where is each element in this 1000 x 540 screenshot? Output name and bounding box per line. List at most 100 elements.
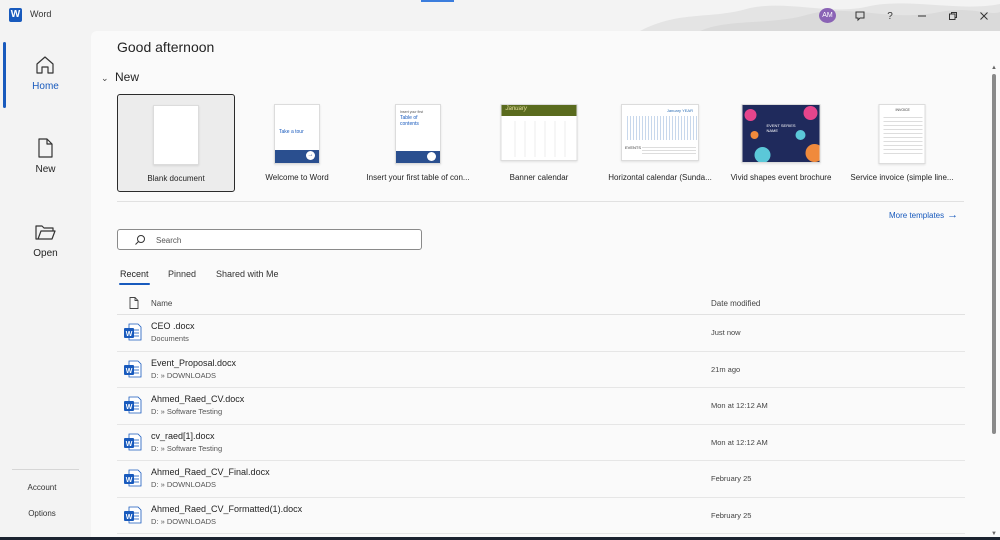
template-table-of-contents[interactable]: Insert your first Table of contents Inse… [359,94,477,192]
avatar[interactable]: AM [819,8,836,23]
template-label: Welcome to Word [265,173,329,182]
template-horizontal-calendar[interactable]: January YEAR EVENTS Horizontal calendar … [601,94,719,192]
template-thumbnail: INVOICE [878,104,926,164]
table-header: Name Date modified [117,293,965,315]
file-name: Ahmed_Raed_CV_Formatted(1).docx [151,503,303,514]
title-bar: W Word AM ? [0,0,1000,31]
file-path: D: » DOWNLOADS [151,480,217,489]
main-panel: Good afternoon ⌄ New Blank document Take … [91,31,1000,540]
template-label: Service invoice (simple line... [850,173,954,182]
template-label: Horizontal calendar (Sunda... [608,173,712,182]
template-welcome-to-word[interactable]: Take a tour → Welcome to Word [238,94,356,192]
sidebar-divider [12,469,79,470]
vertical-scrollbar[interactable]: ▲ ▼ [990,64,998,537]
app-title: Word [30,9,52,19]
scrollbar-thumb[interactable] [992,74,996,434]
template-gallery: Blank document Take a tour → Welcome to … [117,94,967,192]
search-box[interactable] [117,229,422,250]
search-icon [135,235,145,245]
column-header-date-modified[interactable]: Date modified [711,299,760,308]
table-row[interactable]: W Ahmed_Raed_CV_Formatted(1).docx D: » DOW… [117,498,965,534]
file-name: Event_Proposal.docx [151,357,237,368]
templates-divider [117,201,964,202]
scroll-up-icon[interactable]: ▲ [990,64,998,72]
file-name: Ahmed_Raed_CV_Final.docx [151,467,270,477]
sidebar-item-open[interactable]: Open [0,221,91,291]
table-row[interactable]: W Ahmed_Raed_CV.docx D: » Software Testing… [117,388,965,425]
word-app-icon: W [9,8,22,22]
template-label: Vivid shapes event brochure [730,173,832,182]
svg-text:W: W [126,331,133,338]
word-document-icon: W [124,323,142,341]
recent-files-table: Name Date modified W CEO .docx Documents Ju… [117,293,965,534]
sidebar-item-label: New [35,164,56,175]
file-path: D: » DOWNLOADS [151,370,217,380]
account-link[interactable]: Account [0,483,84,492]
word-document-icon: W [124,469,142,487]
word-document-icon: W [124,360,142,377]
more-templates-label: More templates [889,211,945,220]
tab-pinned[interactable]: Pinned [168,269,196,279]
svg-text:W: W [126,441,133,448]
table-row[interactable]: Wcv_raed[1].docx D: » Software Testing Mon… [117,425,965,461]
template-label: Banner calendar [509,173,569,182]
template-blank-document[interactable]: Blank document [117,94,235,192]
template-vivid-shapes-brochure[interactable]: EVENT SERIES NAME Vivid shapes event bro… [722,94,840,192]
template-thumbnail: Take a tour → [274,104,320,164]
word-document-icon: W [124,433,142,450]
sidebar: Home New Open Account Options [0,31,91,540]
template-thumbnail: January YEAR EVENTS [621,104,699,161]
sidebar-item-label: Home [32,81,59,92]
restore-icon[interactable] [944,7,962,25]
new-section-toggle[interactable]: ⌄ New [101,70,139,84]
chevron-down-icon: ⌄ [101,73,109,83]
template-thumbnail: Insert your first Table of contents [395,104,441,164]
svg-text:W: W [126,514,133,521]
file-name: cv_raed[1].docx [151,430,215,441]
file-path: D: » Software Testing [151,443,223,453]
sidebar-item-home[interactable]: Home [0,42,91,124]
template-thumbnail: EVENT SERIES NAME [741,104,821,163]
svg-text:W: W [126,404,133,411]
page-title: Good afternoon [117,39,215,55]
template-thumbnail: January [500,104,578,161]
file-date-modified: Mon at 12:12 AM [711,437,768,447]
word-document-icon: W [124,506,142,523]
close-icon[interactable] [975,7,993,25]
table-row[interactable]: W Ahmed_Raed_CV_Final.docx D: » DOWNLOADS F… [117,461,965,498]
file-name: CEO .docx [151,321,195,331]
tab-recent[interactable]: Recent [119,269,150,285]
table-row[interactable]: W Event_Proposal.docx D: » DOWNLOADS 21m ag… [117,352,965,388]
minimize-icon[interactable] [913,7,931,25]
search-input[interactable] [156,233,411,247]
template-banner-calendar[interactable]: January Banner calendar [480,94,598,192]
file-date-modified: 21m ago [711,364,741,374]
new-section-title: New [115,70,140,84]
file-name: Ahmed_Raed_CV.docx [151,394,245,404]
file-date-modified: February 25 [711,510,752,520]
document-icon [129,297,139,309]
column-header-name[interactable]: Name [151,299,172,308]
file-rows: W CEO .docx Documents Just now W Event_Propos… [117,315,965,534]
table-row[interactable]: W CEO .docx Documents Just now [117,315,965,352]
folder-open-icon [35,225,56,240]
svg-text:W: W [126,477,133,484]
options-link[interactable]: Options [0,509,84,518]
file-path: D: » DOWNLOADS [151,516,217,526]
new-document-icon [38,138,53,158]
more-templates-link[interactable]: More templates → [889,209,958,221]
template-service-invoice[interactable]: INVOICE Service invoice (simple line... [843,94,961,192]
template-thumbnail [153,105,199,165]
file-date-modified: Mon at 12:12 AM [711,401,768,410]
home-icon [36,56,54,74]
sidebar-item-new[interactable]: New [0,137,91,207]
svg-text:W: W [126,368,133,375]
feedback-icon[interactable] [851,7,869,25]
file-date-modified: Just now [711,328,741,337]
sidebar-item-label: Open [33,248,58,259]
help-icon[interactable]: ? [881,7,899,25]
tab-shared-with-me[interactable]: Shared with Me [216,269,279,279]
title-accent-bar [421,0,454,2]
file-date-modified: February 25 [711,474,752,483]
file-path: Documents [151,334,189,343]
